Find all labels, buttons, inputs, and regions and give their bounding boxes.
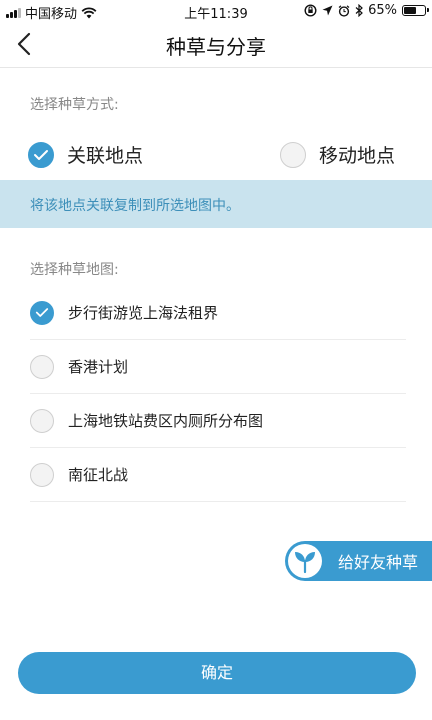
radio-indicator	[30, 300, 54, 325]
method-section-label: 选择种草方式:	[30, 97, 119, 113]
rotation-lock-icon	[304, 4, 317, 17]
map-item[interactable]: 步行街游览上海法租界	[30, 286, 406, 340]
page-title: 种草与分享	[166, 35, 266, 59]
nav-bar: 种草与分享	[0, 22, 432, 68]
share-to-friend-button[interactable]: 给好友种草	[285, 541, 432, 581]
map-item-label: 上海地铁站费区内厕所分布图	[68, 412, 264, 430]
battery-percent: 65%	[368, 3, 397, 18]
map-item-label: 南征北战	[68, 466, 129, 484]
check-icon	[35, 308, 49, 317]
option-label: 移动地点	[319, 145, 396, 167]
map-section-label: 选择种草地图:	[30, 262, 119, 278]
location-arrow-icon	[322, 5, 333, 16]
radio-indicator	[30, 408, 54, 433]
info-banner-text: 将该地点关联复制到所选地图中。	[30, 198, 240, 214]
battery-icon	[402, 5, 429, 16]
map-item[interactable]: 南征北战	[30, 448, 406, 502]
alarm-icon	[338, 4, 350, 17]
share-button-label: 给好友种草	[338, 553, 419, 572]
info-banner: 将该地点关联复制到所选地图中。	[0, 180, 432, 228]
radio-indicator	[30, 462, 54, 487]
map-item[interactable]: 香港计划	[30, 340, 406, 394]
check-icon	[34, 149, 48, 160]
option-move-location[interactable]: 移动地点	[280, 141, 395, 168]
confirm-button[interactable]: 确定	[18, 652, 416, 694]
radio-indicator	[280, 141, 306, 168]
option-label: 关联地点	[67, 145, 144, 167]
status-right: 65%	[304, 3, 429, 18]
sprout-icon	[288, 544, 322, 578]
option-link-location[interactable]: 关联地点	[28, 141, 143, 168]
status-bar: 中国移动 上午11:39 65%	[0, 0, 432, 22]
bluetooth-icon	[355, 4, 363, 17]
map-item[interactable]: 上海地铁站费区内厕所分布图	[30, 394, 406, 448]
map-item-label: 香港计划	[68, 358, 129, 376]
map-item-label: 步行街游览上海法租界	[68, 304, 219, 322]
radio-indicator	[30, 354, 54, 379]
radio-indicator	[28, 141, 54, 168]
